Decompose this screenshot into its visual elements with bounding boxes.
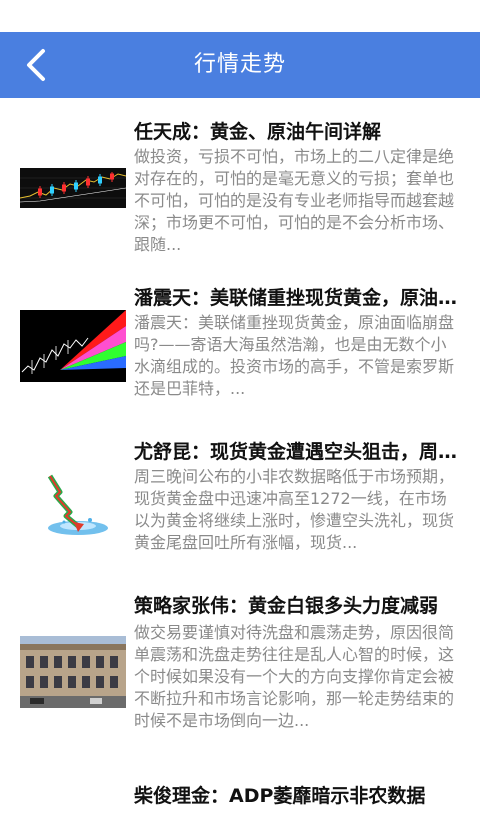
article-title[interactable]: 尤舒昆：现货黄金遭遇空头狙击，周三晚间公布 [134,440,460,464]
article-summary: 潘震天：美联储重挫现货黄金，原油面临崩盘吗?——寄语大海虽然浩瀚，也是由无数个小… [134,313,455,398]
app-header: 行情走势 [0,32,480,98]
fan-chart-thumbnail [20,310,126,382]
list-item[interactable]: 尤舒昆：现货黄金遭遇空头狙击，周三晚间公布 周三晚间公布的小非农数据略低于市场预… [0,428,480,588]
falling-arrow-thumbnail [20,468,126,540]
article-title[interactable]: 任天成：黄金、原油午间详解 [134,120,460,144]
article-title[interactable]: 策略家张伟：黄金白银多头力度减弱 [134,594,460,618]
list-item[interactable]: 柴俊理金：ADP萎靡暗示非农数据 [0,778,480,818]
article-summary: 周三晚间公布的小非农数据略低于市场预期，现货黄金盘中迅速冲高至1272一线，在市… [134,467,455,552]
list-item[interactable]: 潘震天：美联储重挫现货黄金，原油面临崩盘吗？ 潘震天：美联储重挫现货黄金，原油面… [0,270,480,420]
article-title[interactable]: 潘震天：美联储重挫现货黄金，原油面临崩盘吗？ [134,286,460,310]
status-bar [0,0,480,32]
candlestick-chart-thumbnail [20,168,126,208]
article-summary: 做交易要谨慎对待洗盘和震荡走势，原因很简单震荡和洗盘走势往往是乱人心智的时候，这… [134,623,455,730]
building-thumbnail [20,636,126,708]
article-summary: 做投资，亏损不可怕，市场上的二八定律是绝对存在的，可怕的是毫无意义的亏损；套单也… [134,147,455,254]
list-item[interactable]: 任天成：黄金、原油午间详解 做投资，亏损不可怕，市场上的二八定律是绝对存在的，可… [0,98,480,268]
list-item[interactable]: 策略家张伟：黄金白银多头力度减弱 做交易要谨慎对待洗盘和震荡走势，原因很简单震荡… [0,594,480,760]
article-title[interactable]: 柴俊理金：ADP萎靡暗示非农数据 [134,784,460,808]
page-title: 行情走势 [193,52,286,77]
